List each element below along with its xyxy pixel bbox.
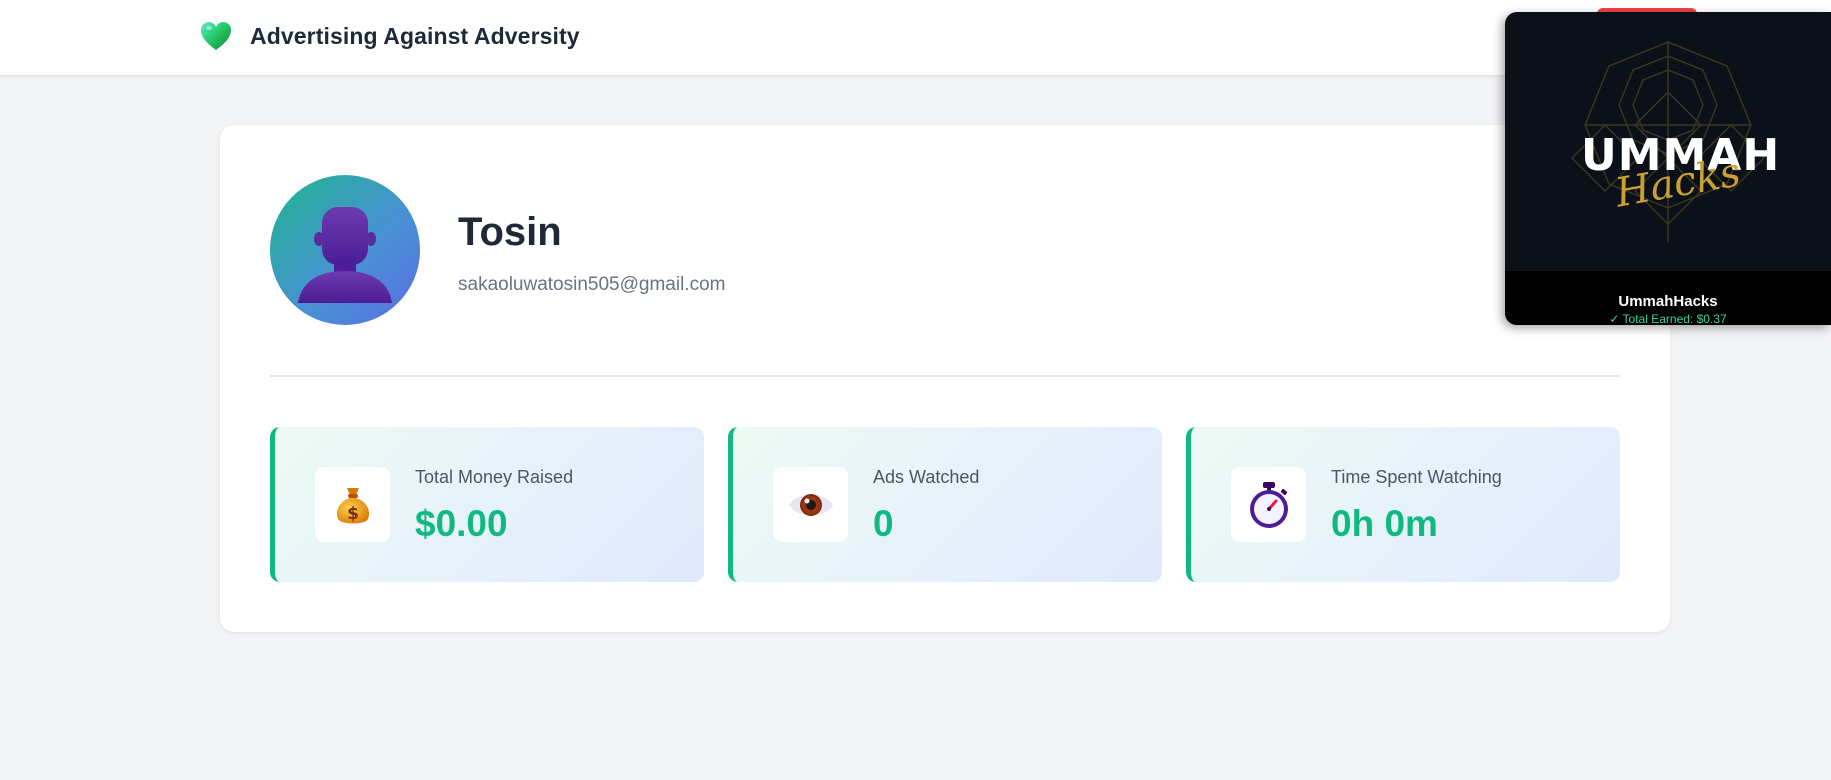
- profile-email: sakaoluwatosin505@gmail.com: [458, 274, 726, 295]
- stat-card-ads: Ads Watched 0: [728, 427, 1162, 582]
- money-bag-icon: $: [336, 487, 369, 524]
- stat-value: 0: [873, 503, 894, 544]
- ad-earned: ✓ Total Earned: $0.37: [1609, 312, 1727, 325]
- stat-icon-box: $: [315, 467, 390, 542]
- person-silhouette-icon: [298, 207, 392, 303]
- stat-value: 0h 0m: [1331, 503, 1438, 544]
- divider: [270, 375, 1620, 377]
- green-heart-icon: [199, 19, 233, 53]
- stat-icon-box: [1231, 467, 1306, 542]
- brand[interactable]: Advertising Against Adversity: [199, 19, 580, 53]
- svg-text:$: $: [347, 504, 359, 524]
- stat-icon-box: [773, 467, 848, 542]
- app-title: Advertising Against Adversity: [250, 22, 580, 49]
- stat-card-money: $ Total Money Raised $0.00: [270, 427, 704, 582]
- profile-name: Tosin: [458, 210, 562, 254]
- stat-label: Total Money Raised: [415, 467, 574, 487]
- profile-card: Tosin sakaoluwatosin505@gmail.com $ Tota…: [220, 125, 1670, 632]
- stopwatch-icon: [1249, 481, 1288, 528]
- stat-label: Time Spent Watching: [1331, 467, 1502, 487]
- ad-popup[interactable]: UMMAH Hacks UmmahHacks ✓ Total Earned: $…: [1505, 12, 1831, 325]
- stat-card-time: Time Spent Watching 0h 0m: [1186, 427, 1620, 582]
- avatar: [270, 175, 420, 325]
- stat-value: $0.00: [415, 503, 508, 544]
- ad-name: UmmahHacks: [1618, 293, 1718, 310]
- eye-icon: [788, 493, 833, 516]
- stat-label: Ads Watched: [873, 467, 980, 487]
